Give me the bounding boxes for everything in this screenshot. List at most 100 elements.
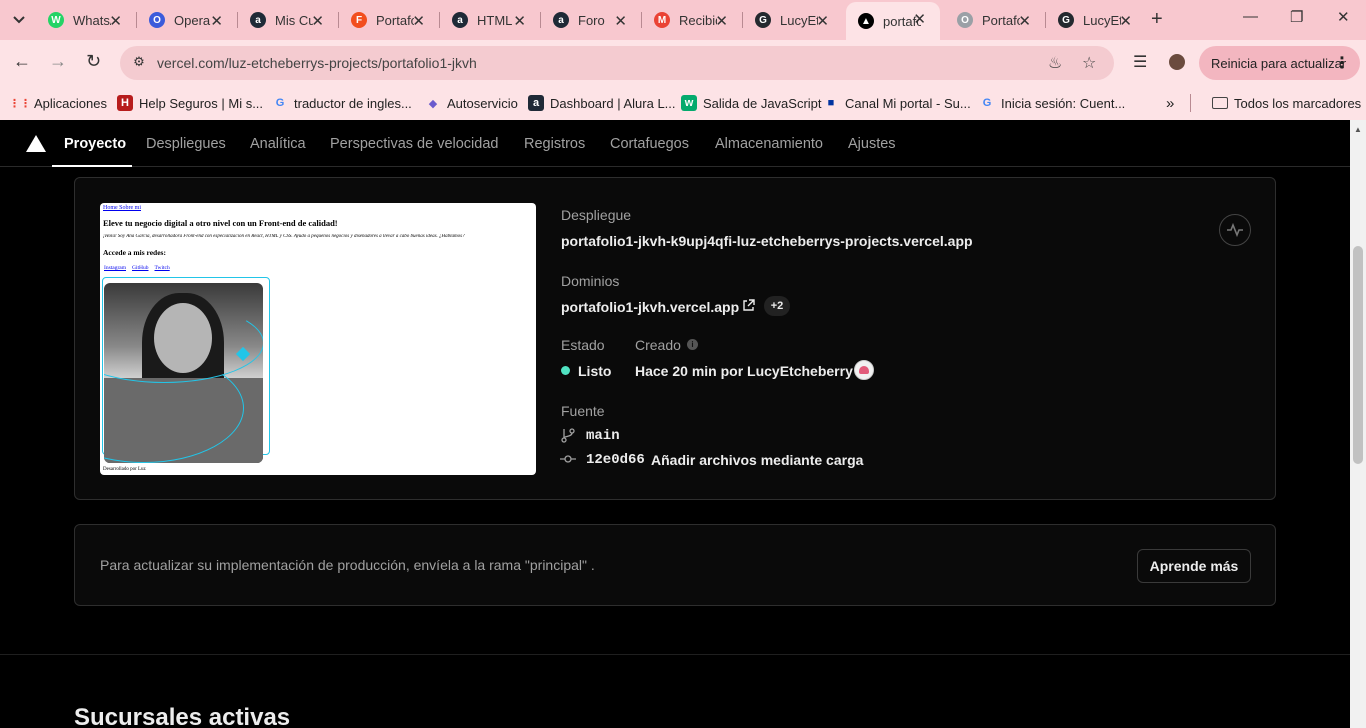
alura-icon: a xyxy=(250,12,266,28)
close-tab-icon[interactable]: ✕ xyxy=(913,10,926,28)
tab-8[interactable]: G LucyEtcheberry✕ xyxy=(743,4,843,36)
scroll-up-icon[interactable]: ▲ xyxy=(1354,125,1362,134)
profile-avatar[interactable] xyxy=(1167,52,1187,72)
tab-2[interactable]: O Opera ✕ xyxy=(137,4,237,36)
nav-tab-7[interactable]: Almacenamiento xyxy=(715,136,823,152)
update-label: Reinicia para actualizar xyxy=(1211,55,1347,71)
translate-icon[interactable]: ♨ xyxy=(1048,53,1062,73)
back-icon[interactable]: ← xyxy=(13,51,31,72)
tab-11[interactable]: G LucyEtcheberry✕ xyxy=(1046,4,1146,36)
restore-icon[interactable]: ❐ xyxy=(1290,8,1303,26)
active-tab-indicator xyxy=(52,165,132,167)
close-tab-icon[interactable]: ✕ xyxy=(513,12,526,30)
tab-search-button[interactable] xyxy=(6,7,32,33)
deployment-url[interactable]: portafolio1-jkvh-k9upj4qfi-luz-etcheberr… xyxy=(561,233,973,249)
tab-7[interactable]: M Recibidos✕ xyxy=(642,4,742,36)
address-bar[interactable]: ⚙ vercel.com/luz-etcheberrys-projects/po… xyxy=(120,46,1114,80)
bookmark-star-icon[interactable]: ☆ xyxy=(1082,53,1096,73)
observability-button[interactable] xyxy=(1219,214,1251,246)
tab-9[interactable]: ▲portafolio1✕ xyxy=(846,2,940,40)
bookmark-item[interactable]: H Help Seguros | Mi s... xyxy=(117,93,263,113)
tab-title: HTML xyxy=(477,12,513,28)
external-link-icon[interactable] xyxy=(742,299,755,312)
page-scrollbar[interactable]: ▲ xyxy=(1350,120,1366,728)
preview-photo xyxy=(104,283,263,463)
close-tab-icon[interactable]: ✕ xyxy=(715,12,728,30)
nav-tab-4[interactable]: Perspectivas de velocidad xyxy=(330,136,498,152)
deployment-preview-screenshot[interactable]: Home Sobre mi Eleve tu negocio digital a… xyxy=(100,203,536,475)
domain-link[interactable]: portafolio1-jkvh.vercel.app xyxy=(561,299,739,315)
tab-1[interactable]: W WhatsApp✕ xyxy=(36,4,136,36)
all-bookmarks-folder[interactable]: Todos los marcadores xyxy=(1212,93,1361,113)
close-tab-icon[interactable]: ✕ xyxy=(614,12,627,30)
info-icon[interactable]: i xyxy=(687,339,698,350)
tab-4[interactable]: F Portafolio✕ xyxy=(339,4,439,36)
learn-more-button[interactable]: Aprende más xyxy=(1137,549,1251,583)
preview-instagram-link: Instagram xyxy=(104,265,126,271)
tab-title: LucyEtcheberry xyxy=(780,12,818,28)
reload-icon[interactable]: ↻ xyxy=(86,51,101,72)
branch-name[interactable]: main xyxy=(586,428,620,444)
bookmark-item[interactable]: ◆ Autoservicio xyxy=(425,93,518,113)
bookmark-label: Aplicaciones xyxy=(34,95,107,111)
close-tab-icon[interactable]: ✕ xyxy=(210,12,223,30)
nav-tab-2[interactable]: Despliegues xyxy=(146,136,226,152)
bookmark-item[interactable]: Gtraductor de ingles... xyxy=(272,93,412,113)
nav-tab-3[interactable]: Analítica xyxy=(250,136,306,152)
tab-3[interactable]: a Mis Cursos✕ xyxy=(238,4,338,36)
extra-domains-badge[interactable]: +2 xyxy=(764,296,790,316)
media-control-icon[interactable]: ☰ xyxy=(1133,52,1147,72)
nav-tab-1[interactable]: Proyecto xyxy=(64,136,126,152)
close-tab-icon[interactable]: ✕ xyxy=(412,12,425,30)
close-tab-icon[interactable]: ✕ xyxy=(816,12,829,30)
vercel-project-page: Proyecto Despliegues Analítica Perspectivas… xyxy=(0,120,1350,728)
nav-tab-5[interactable]: Registros xyxy=(524,136,585,152)
bookmark-item[interactable]: G Inicia sesión: Cuent... xyxy=(979,93,1126,113)
more-menu-icon[interactable]: ⋮ xyxy=(1334,53,1350,73)
forward-icon[interactable]: → xyxy=(49,51,67,72)
gmail-icon: M xyxy=(654,12,670,28)
tab-5[interactable]: a HTML ✕ xyxy=(440,4,540,36)
close-tab-icon[interactable]: ✕ xyxy=(109,12,122,30)
close-tab-icon[interactable]: ✕ xyxy=(1018,12,1031,30)
folder-icon xyxy=(1212,97,1228,109)
tab-6[interactable]: a Foro ✕ xyxy=(541,4,641,36)
portal-icon: ■ xyxy=(827,97,835,109)
help-seguros-icon: H xyxy=(117,95,133,111)
github-icon: G xyxy=(1058,12,1074,28)
bookmark-label: Inicia sesión: Cuent... xyxy=(1001,95,1126,111)
vercel-icon: ▲ xyxy=(858,13,874,29)
close-tab-icon[interactable]: ✕ xyxy=(1119,12,1132,30)
bookmarks-overflow-icon[interactable]: » xyxy=(1166,93,1174,113)
scrollbar-thumb[interactable] xyxy=(1353,246,1363,464)
new-tab-button[interactable]: + xyxy=(1151,8,1163,31)
preview-paragraph: ¡Hola! Soy Ana García, desarrolladora Fr… xyxy=(103,234,465,239)
url-text[interactable]: vercel.com/luz-etcheberrys-projects/port… xyxy=(157,55,477,71)
git-commit-icon xyxy=(560,455,576,463)
nav-tab-6[interactable]: Cortafuegos xyxy=(610,136,689,152)
user-avatar[interactable] xyxy=(854,360,874,380)
commit-hash[interactable]: 12e0d66 xyxy=(586,452,645,468)
activity-pulse-icon xyxy=(1227,222,1243,238)
commit-message: Añadir archivos mediante carga xyxy=(651,452,864,468)
apps-grid-icon: ⋮⋮ xyxy=(9,97,31,110)
site-info-icon[interactable]: ⚙ xyxy=(129,54,149,72)
nav-tab-8[interactable]: Ajustes xyxy=(848,136,896,152)
bookmark-item[interactable]: a Dashboard | Alura L... xyxy=(528,93,676,113)
bookmark-item[interactable]: w Salida de JavaScript xyxy=(681,93,822,113)
close-window-icon[interactable]: ✕ xyxy=(1337,8,1350,26)
update-button[interactable]: Reinicia para actualizar ⋮ xyxy=(1199,46,1360,80)
browser-chrome: WWhatsApp✕OOpera✕aMis Cursos✕FPortafolio… xyxy=(0,0,1366,120)
preview-twitch-link: Twitch xyxy=(154,265,170,271)
tab-title: Recibidos xyxy=(679,12,717,28)
bookmark-item[interactable]: ■ Canal Mi portal - Su... xyxy=(823,93,971,113)
bookmark-item[interactable]: ⋮⋮ Aplicaciones xyxy=(9,93,107,113)
created-label: Creado xyxy=(635,337,681,353)
figma-icon: F xyxy=(351,12,367,28)
vercel-logo-icon[interactable] xyxy=(26,135,46,152)
tab-10[interactable]: O Portafolio✕ xyxy=(945,4,1045,36)
close-tab-icon[interactable]: ✕ xyxy=(311,12,324,30)
minimize-icon[interactable]: — xyxy=(1243,8,1258,25)
w3-icon: w xyxy=(681,95,697,111)
project-subnav: Proyecto Despliegues Analítica Perspectivas… xyxy=(0,120,1350,167)
